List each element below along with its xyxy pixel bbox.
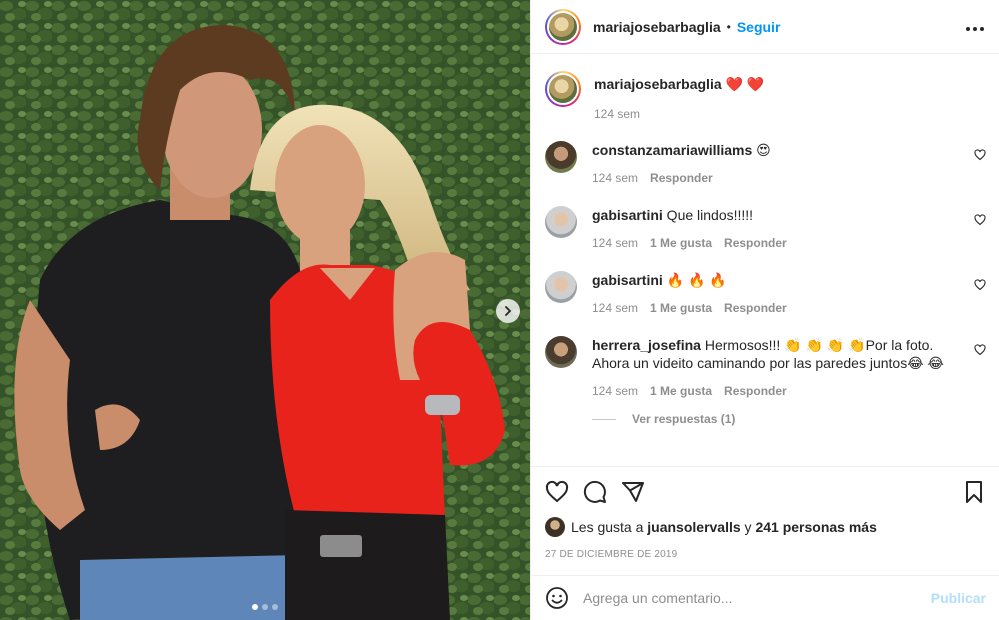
view-replies-label: Ver respuestas (1) <box>632 412 736 426</box>
comment-text: gabisartini 🔥 🔥 🔥 <box>592 271 962 289</box>
likes-others[interactable]: 241 personas más <box>755 519 876 535</box>
liker-username[interactable]: juansolervalls <box>647 519 740 535</box>
post-details-panel: mariajosebarbaglia • Seguir mariajosebar… <box>530 0 999 620</box>
reply-button[interactable]: Responder <box>650 171 713 185</box>
comment-item: gabisartini Que lindos!!!!! 124 sem 1 Me… <box>545 206 986 250</box>
comment-like-heart-icon[interactable] <box>974 149 986 161</box>
comment-username[interactable]: herrera_josefina <box>592 337 701 353</box>
author-avatar[interactable] <box>545 8 581 45</box>
comment-avatar[interactable] <box>545 141 577 173</box>
comment-time[interactable]: 124 sem <box>592 384 638 398</box>
likes-summary: Les gusta a juansolervalls y 241 persona… <box>545 517 986 537</box>
comment-item: herrera_josefina Hermosos!!! 👏 👏 👏 👏Por … <box>545 336 986 398</box>
caption-time[interactable]: 124 sem <box>594 107 640 121</box>
comment-icon[interactable] <box>583 480 607 504</box>
caption-avatar[interactable] <box>545 71 581 107</box>
comment-time[interactable]: 124 sem <box>592 236 638 250</box>
comment-avatar[interactable] <box>545 271 577 303</box>
likes-connector: y <box>740 519 756 535</box>
comment-avatar[interactable] <box>545 206 577 238</box>
comment-text: gabisartini Que lindos!!!!! <box>592 206 962 224</box>
carousel-dot <box>252 604 258 610</box>
comment-like-heart-icon[interactable] <box>974 214 986 226</box>
publish-button[interactable]: Publicar <box>931 590 986 606</box>
likes-prefix: Les gusta a <box>571 519 644 535</box>
caption-text: mariajosebarbaglia ❤️ ❤️ <box>594 75 962 93</box>
more-horizontal-icon <box>966 27 984 31</box>
comment-like-heart-icon[interactable] <box>974 279 986 291</box>
comment-item: constanzamariawilliams 😍 124 sem Respond… <box>545 141 986 185</box>
carousel-dot <box>262 604 268 610</box>
bookmark-icon[interactable] <box>962 480 986 504</box>
carousel-dot <box>272 604 278 610</box>
author-username[interactable]: mariajosebarbaglia <box>593 19 721 35</box>
comment-body: 🔥 🔥 🔥 <box>662 272 727 288</box>
comment-username[interactable]: gabisartini <box>592 272 663 288</box>
comment-item: gabisartini 🔥 🔥 🔥 124 sem 1 Me gusta Res… <box>545 271 986 315</box>
comment-likes-count[interactable]: 1 Me gusta <box>650 384 712 398</box>
photo-image <box>0 0 530 620</box>
follow-button[interactable]: Seguir <box>737 19 781 35</box>
comment-time[interactable]: 124 sem <box>592 301 638 315</box>
share-icon[interactable] <box>621 480 645 504</box>
action-bar <box>545 467 986 517</box>
post-actions: Les gusta a juansolervalls y 241 persona… <box>531 466 999 560</box>
more-options-button[interactable] <box>965 16 985 37</box>
comment-time[interactable]: 124 sem <box>592 171 638 185</box>
caption-username[interactable]: mariajosebarbaglia <box>594 76 722 92</box>
smile-icon[interactable] <box>545 586 569 610</box>
reply-button[interactable]: Responder <box>724 384 787 398</box>
instagram-post: mariajosebarbaglia • Seguir mariajosebar… <box>0 0 999 620</box>
comment-likes-count[interactable]: 1 Me gusta <box>650 236 712 250</box>
view-replies-button[interactable]: Ver respuestas (1) <box>592 412 986 426</box>
post-header: mariajosebarbaglia • Seguir <box>531 0 999 54</box>
heart-icon[interactable] <box>545 480 569 504</box>
separator-dot: • <box>726 19 731 34</box>
comments-list[interactable]: mariajosebarbaglia ❤️ ❤️ 124 sem constan… <box>531 55 999 465</box>
carousel-next-button[interactable] <box>496 299 520 323</box>
comment-body: Que lindos!!!!! <box>662 207 754 223</box>
comment-username[interactable]: gabisartini <box>592 207 663 223</box>
caption-body: ❤️ ❤️ <box>721 76 765 92</box>
comment-composer: Publicar <box>531 575 999 620</box>
chevron-right-icon <box>505 306 511 316</box>
comment-text: constanzamariawilliams 😍 <box>592 141 962 159</box>
replies-divider <box>592 418 616 420</box>
post-photo[interactable] <box>0 0 530 620</box>
liker-avatar[interactable] <box>545 517 565 537</box>
comment-text: herrera_josefina Hermosos!!! 👏 👏 👏 👏Por … <box>592 336 962 372</box>
carousel-indicator <box>252 604 278 610</box>
comment-like-heart-icon[interactable] <box>974 344 986 356</box>
comment-likes-count[interactable]: 1 Me gusta <box>650 301 712 315</box>
reply-button[interactable]: Responder <box>724 236 787 250</box>
comment-avatar[interactable] <box>545 336 577 368</box>
post-date[interactable]: 27 DE DICIEMBRE DE 2019 <box>545 549 986 560</box>
comment-input[interactable] <box>583 590 931 606</box>
comment-body: 😍 <box>752 142 771 158</box>
caption: mariajosebarbaglia ❤️ ❤️ 124 sem <box>545 71 986 121</box>
reply-button[interactable]: Responder <box>724 301 787 315</box>
comment-username[interactable]: constanzamariawilliams <box>592 142 752 158</box>
